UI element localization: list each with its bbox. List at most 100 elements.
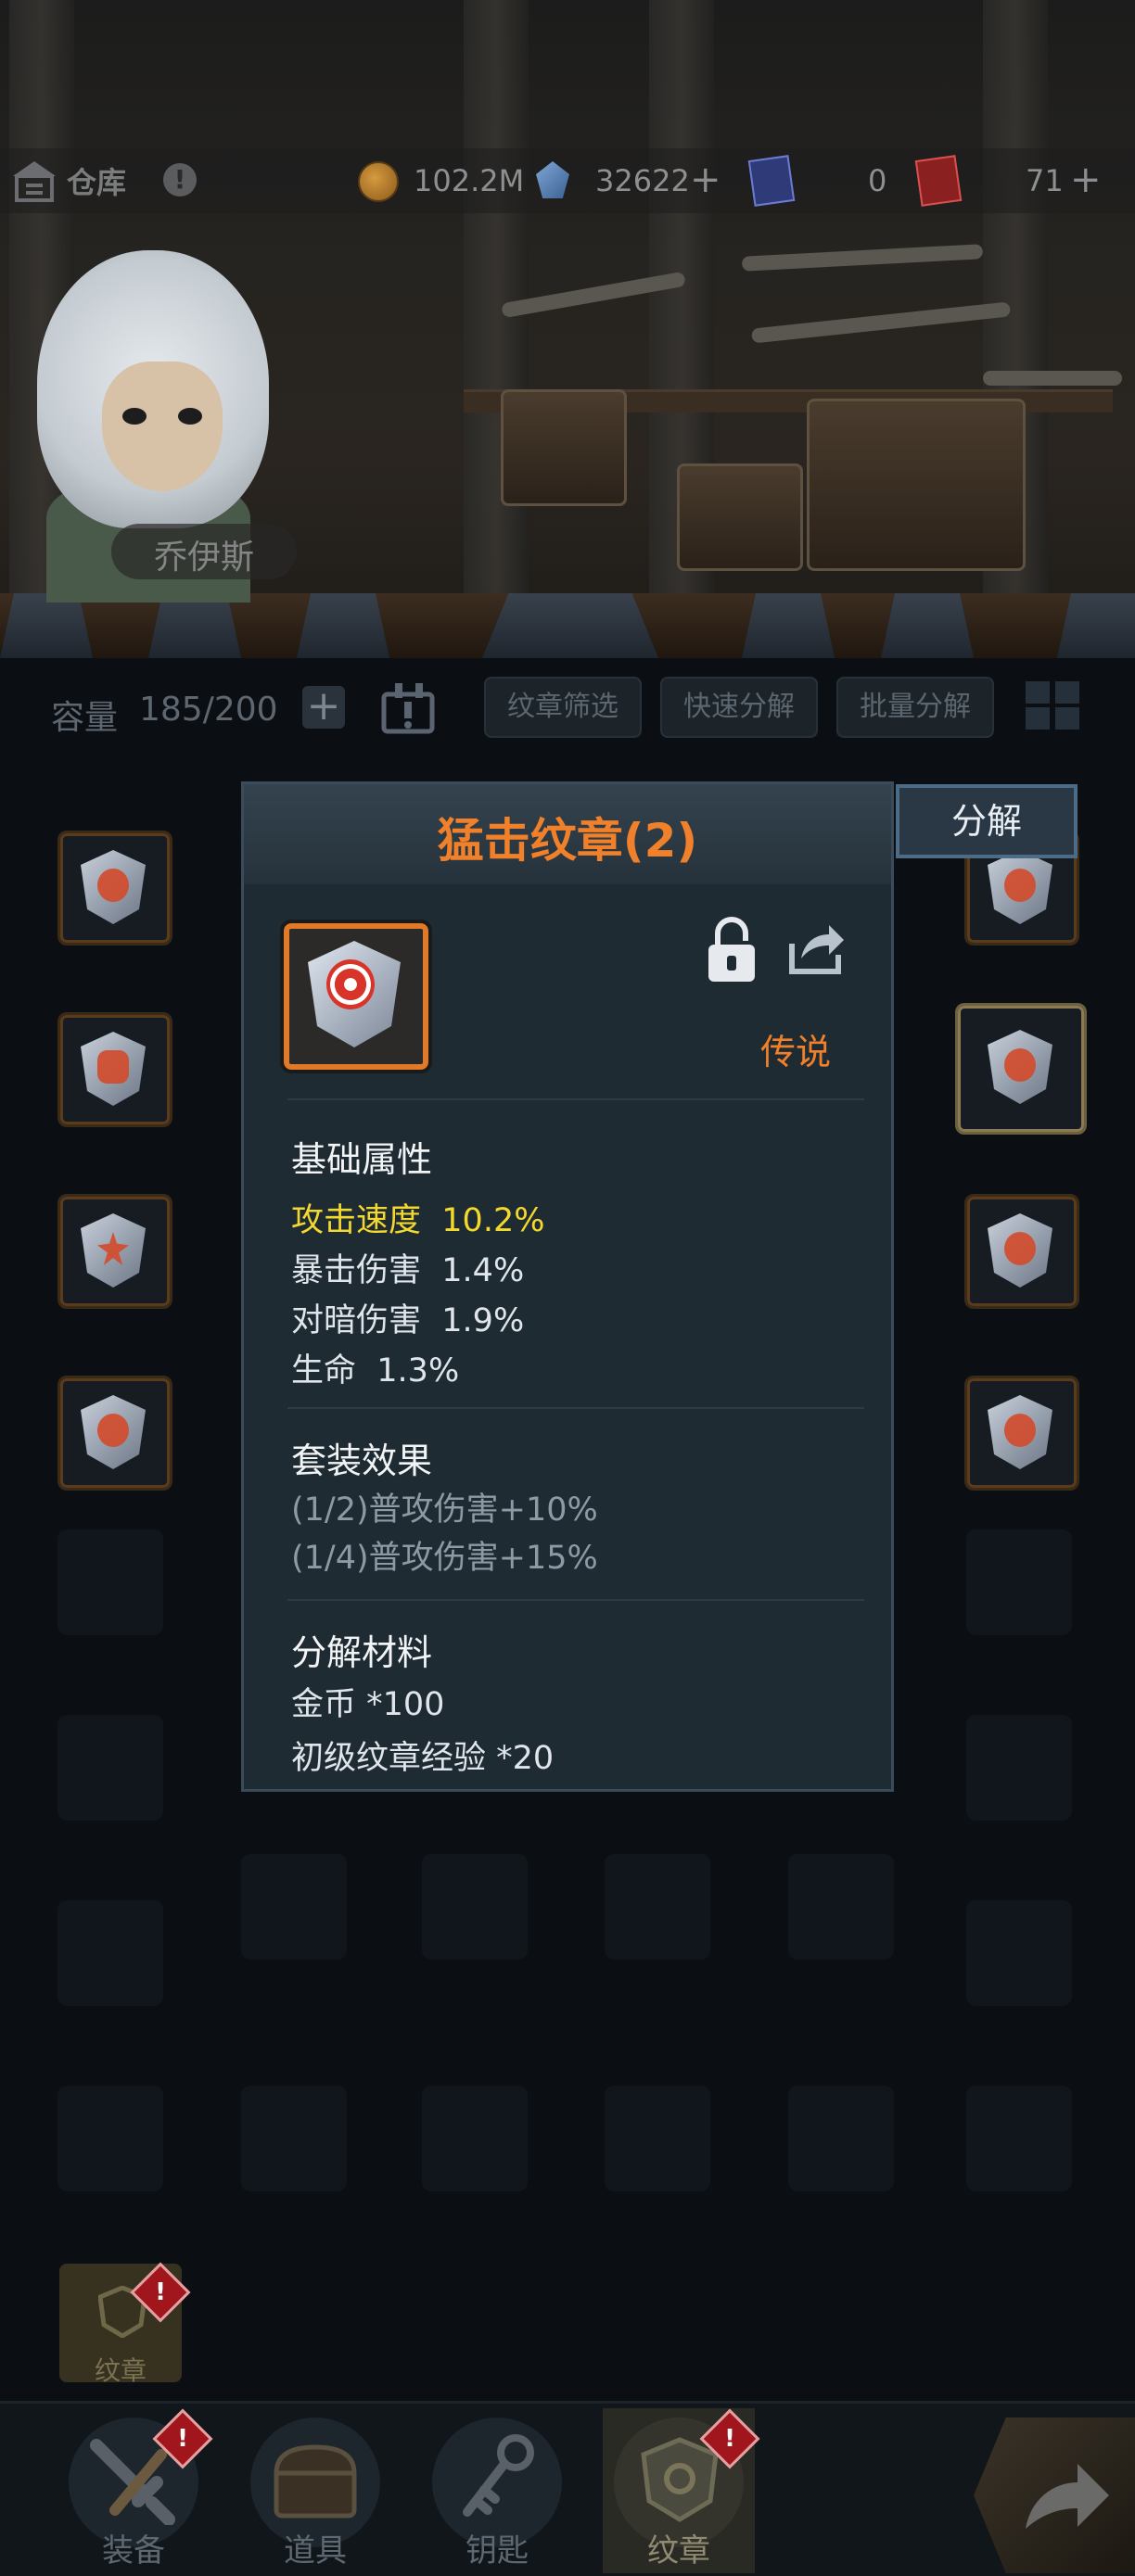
gold-amount: 102.2M [414,163,525,198]
tab-equipment[interactable]: 装备 ! [57,2408,213,2573]
empty-slot[interactable] [422,1854,528,1960]
hero-face [102,362,223,491]
decompose-button[interactable]: 分解 [896,784,1078,858]
add-red-tickets-button[interactable]: + [1070,161,1102,198]
quick-decompose-button[interactable]: 快速分解 [660,677,818,738]
chest-icon [274,2444,357,2519]
empty-slot[interactable] [241,1854,347,1960]
empty-slot[interactable] [605,1854,710,1960]
emblem-symbol-icon [97,1414,129,1447]
gold-coin-icon [358,161,399,202]
expand-capacity-button[interactable]: + [302,686,345,729]
tab-label: 道具 [284,2532,347,2570]
divider [287,1098,864,1100]
empty-slot[interactable] [966,1900,1072,2006]
info-icon[interactable]: ! [163,163,197,197]
red-ticket-amount: 71 [1026,163,1064,198]
material-line: 初级纹章经验 *20 [291,1740,555,1777]
emblem-item-selected[interactable] [955,1003,1087,1135]
emblem-tag-label: 纹章 [94,2355,147,2386]
emblem-symbol-icon [1004,869,1036,902]
chest-decoration [677,463,803,571]
emblem-symbol-icon [326,959,375,1009]
floor-block [148,593,241,658]
emblem-symbol-icon [1004,1048,1036,1082]
warehouse-title: 仓库 [67,165,127,200]
grid-cell [1055,707,1079,730]
material-line: 金币 *100 [291,1686,445,1723]
stat-row: 对暗伤害 1.9% [291,1294,524,1341]
emblem-item[interactable] [964,1376,1079,1491]
empty-slot[interactable] [966,1715,1072,1821]
emblem-symbol-icon [1004,1414,1036,1447]
badge-text: ! [155,2278,166,2306]
lock-icon[interactable] [705,913,759,985]
empty-slot[interactable] [57,1529,163,1635]
emblem-symbol-icon [1004,1232,1036,1265]
stat-row: 攻击速度 10.2% [291,1194,544,1241]
emblem-item[interactable] [57,1194,172,1309]
empty-slot[interactable] [241,2086,347,2191]
set-effect-line: (1/4)普攻伤害+15% [291,1540,598,1577]
stat-name: 对暗伤害 [291,1302,422,1339]
empty-slot[interactable] [57,1900,163,2006]
set-effect-title: 套装效果 [291,1440,433,1481]
stat-name: 生命 [291,1352,357,1390]
popup-title: 猛击纹章(2) [437,814,698,868]
emblem-symbol-icon [97,1050,129,1084]
key-icon [463,2434,534,2517]
emblem-icon [641,2437,719,2522]
emblem-item[interactable] [964,1194,1079,1309]
stat-name: 攻击速度 [291,1202,422,1239]
emblem-item[interactable] [57,1376,172,1491]
stat-value: 1.3% [376,1352,460,1390]
stat-value: 10.2% [441,1202,545,1239]
empty-slot[interactable] [788,1854,894,1960]
stat-row: 暴击伤害 1.4% [291,1244,524,1291]
emblem-symbol-icon [97,869,129,902]
tab-label: 装备 [102,2532,165,2570]
forward-arrow-icon [1026,2464,1109,2529]
stat-value: 1.4% [441,1252,525,1289]
batch-decompose-button[interactable]: 批量分解 [836,677,994,738]
badge-text: ! [177,2425,188,2453]
sword-decoration [741,244,984,272]
stat-row: 生命 1.3% [291,1344,459,1391]
tab-label: 纹章 [647,2532,710,2570]
tab-keys[interactable]: 钥匙 [421,2408,573,2573]
emblem-item[interactable] [57,1012,172,1127]
red-ticket-icon [914,155,963,207]
share-icon[interactable] [784,918,846,979]
add-gems-button[interactable]: + [690,161,721,198]
stat-name: 暴击伤害 [291,1252,422,1289]
decompose-materials-title: 分解材料 [291,1632,433,1673]
empty-slot[interactable] [422,2086,528,2191]
floor-block [297,593,389,658]
emblem-item[interactable] [57,831,172,945]
tab-items[interactable]: 道具 [239,2408,391,2573]
blue-ticket-amount: 0 [868,163,887,198]
emblem-filter-button[interactable]: 纹章筛选 [484,677,642,738]
share-arrow-button[interactable] [974,2417,1135,2573]
capacity-value: 185/200 [139,691,278,729]
floor-block [742,593,835,658]
empty-slot[interactable] [788,2086,894,2191]
empty-slot[interactable] [57,1715,163,1821]
empty-slot[interactable] [966,2086,1072,2191]
rarity-label: 传说 [760,1032,832,1072]
grid-view-button[interactable] [1024,679,1081,731]
tab-emblems[interactable]: 纹章 ! [603,2408,760,2573]
sword-decoration [983,371,1122,386]
floor-block [482,593,658,658]
badge-text: ! [724,2425,735,2453]
empty-slot[interactable] [966,1529,1072,1635]
crate-decoration [501,389,627,506]
empty-slot[interactable] [57,2086,163,2191]
capacity-label: 容量 [51,699,119,737]
lock-filter-icon[interactable] [380,681,441,735]
gem-amount: 32622 [595,163,690,198]
empty-slot[interactable] [605,2086,710,2191]
floor-block [881,593,974,658]
set-effect-line: (1/2)普攻伤害+10% [291,1491,598,1529]
grid-cell [1055,681,1079,704]
